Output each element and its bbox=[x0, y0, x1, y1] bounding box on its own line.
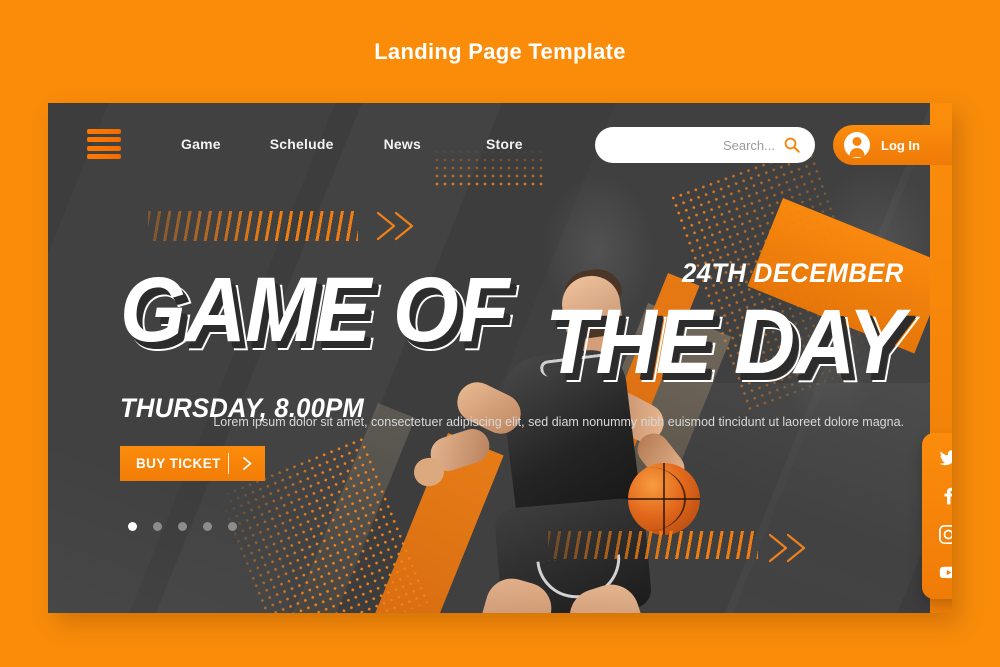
hero-right-content: 24TH DECEMBER THE DAY THE DAY Lorem ipsu… bbox=[213, 258, 912, 434]
twitter-icon[interactable] bbox=[937, 447, 952, 469]
carousel-dot-4[interactable] bbox=[203, 522, 212, 531]
carousel-dots[interactable] bbox=[128, 522, 237, 531]
login-button-label: Log In bbox=[881, 137, 920, 153]
social-sidebar bbox=[922, 433, 952, 599]
carousel-dot-1[interactable] bbox=[128, 522, 137, 531]
nav-link-store[interactable]: Store bbox=[486, 136, 523, 152]
buy-ticket-label: BUY TICKET bbox=[136, 455, 221, 471]
double-chevron-right-icon-bottom bbox=[766, 531, 818, 565]
hero-banner: Game Schelude News Store Log In bbox=[48, 103, 952, 613]
facebook-icon[interactable] bbox=[937, 485, 952, 507]
navigation-bar: Game Schelude News Store Log In bbox=[48, 103, 952, 185]
buy-ticket-button[interactable]: BUY TICKET bbox=[120, 445, 265, 481]
hero-paragraph: Lorem ipsum dolor sit amet, consectetuer… bbox=[213, 415, 904, 430]
hero-date: 24TH DECEMBER bbox=[682, 258, 904, 288]
carousel-dot-5[interactable] bbox=[228, 522, 237, 531]
login-button[interactable]: Log In bbox=[833, 125, 952, 165]
page-title: Landing Page Template bbox=[374, 38, 626, 64]
search-icon[interactable] bbox=[783, 136, 801, 154]
carousel-dot-2[interactable] bbox=[153, 522, 162, 531]
carousel-dot-3[interactable] bbox=[178, 522, 187, 531]
hero-headline-right: THE DAY bbox=[545, 291, 905, 393]
nav-link-game[interactable]: Game bbox=[181, 136, 221, 152]
diagonal-stripes-top bbox=[148, 211, 358, 241]
hamburger-icon[interactable] bbox=[87, 129, 121, 159]
diagonal-stripes-bottom bbox=[548, 531, 758, 559]
double-chevron-right-icon-top bbox=[374, 209, 426, 243]
nav-link-news[interactable]: News bbox=[384, 136, 421, 152]
nav-links: Game Schelude News Store bbox=[161, 136, 523, 152]
instagram-icon[interactable] bbox=[937, 523, 952, 545]
youtube-icon[interactable] bbox=[937, 561, 952, 583]
user-avatar-icon bbox=[844, 132, 870, 158]
basketball-icon bbox=[628, 463, 700, 535]
nav-link-schelude[interactable]: Schelude bbox=[270, 136, 334, 152]
chevron-right-icon bbox=[229, 456, 265, 471]
search-bar[interactable] bbox=[595, 127, 815, 163]
search-input[interactable] bbox=[643, 137, 783, 153]
